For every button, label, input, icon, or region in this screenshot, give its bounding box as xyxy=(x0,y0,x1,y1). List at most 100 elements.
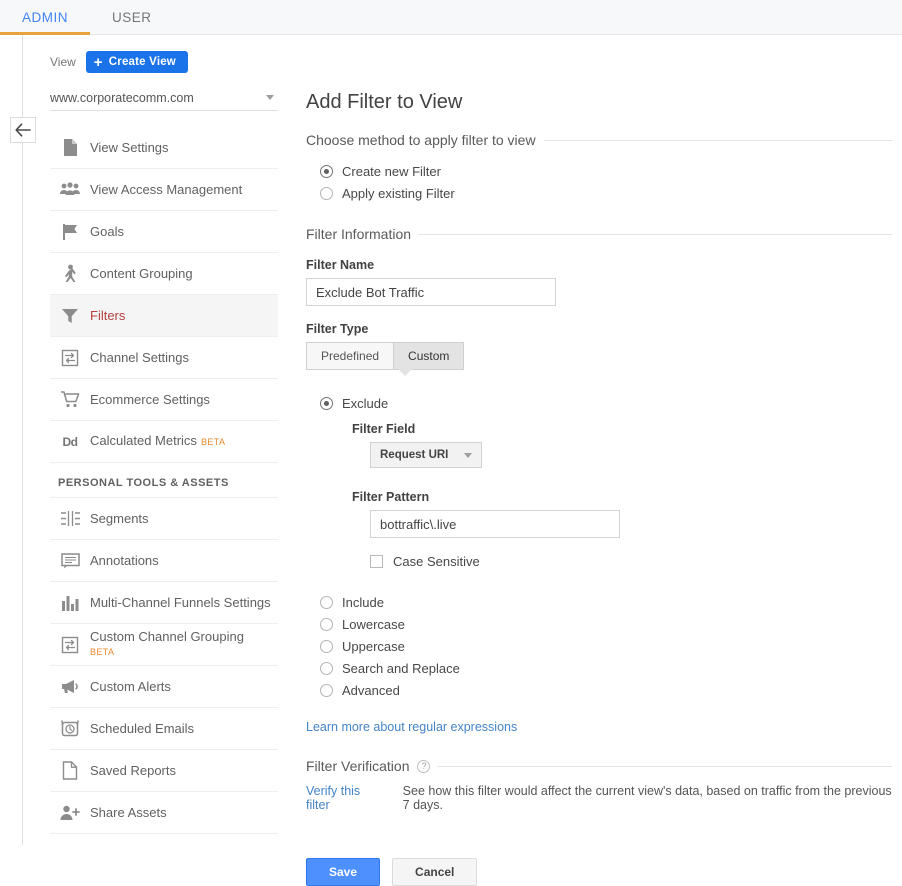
view-label: View xyxy=(50,55,76,69)
checkbox-indicator xyxy=(370,555,383,568)
radio-lowercase[interactable]: Lowercase xyxy=(320,613,892,635)
sidebar-item-view-settings[interactable]: View Settings xyxy=(50,127,278,169)
sidebar-item-custom-channel-grouping[interactable]: Custom Channel Grouping BETA xyxy=(50,624,278,666)
segments-icon xyxy=(50,511,90,526)
person-add-icon xyxy=(50,805,90,821)
tab-label: Custom xyxy=(408,349,450,363)
tab-admin[interactable]: ADMIN xyxy=(0,0,90,35)
sidebar-item-label: Filters xyxy=(90,308,126,323)
tab-user[interactable]: USER xyxy=(90,0,174,34)
sidebar-item-calculated-metrics[interactable]: Dd Calculated Metrics BETA xyxy=(50,421,278,463)
comment-icon xyxy=(50,552,90,569)
alarm-clock-icon xyxy=(50,719,90,738)
plus-icon: + xyxy=(93,53,103,71)
filter-field-value: Request URI xyxy=(380,449,449,461)
radio-indicator xyxy=(320,396,333,410)
view-header: View + Create View xyxy=(50,49,278,75)
radio-include[interactable]: Include xyxy=(320,591,892,613)
filter-type-tab-custom[interactable]: Custom xyxy=(394,342,465,370)
beta-badge: BETA xyxy=(90,647,115,657)
section-divider xyxy=(419,233,892,235)
radio-indicator xyxy=(320,186,333,200)
sidebar-rail xyxy=(22,35,23,845)
sidebar-item-channel-settings[interactable]: Channel Settings xyxy=(50,337,278,379)
radio-exclude[interactable]: Exclude xyxy=(320,392,892,414)
filter-type-tab-predefined[interactable]: Predefined xyxy=(306,342,395,370)
cart-icon xyxy=(50,391,90,408)
radio-uppercase[interactable]: Uppercase xyxy=(320,635,892,657)
radio-label: Include xyxy=(342,594,384,610)
filter-name-input[interactable] xyxy=(306,278,556,306)
radio-label: Advanced xyxy=(342,682,400,698)
sidebar-item-saved-reports[interactable]: Saved Reports xyxy=(50,750,278,792)
radio-label: Lowercase xyxy=(342,616,405,632)
radio-indicator xyxy=(320,683,333,697)
megaphone-icon xyxy=(50,679,90,694)
verify-this-filter-link[interactable]: Verify this filter xyxy=(306,784,381,812)
main-content: Add Filter to View Choose method to appl… xyxy=(278,35,902,886)
sidebar-item-label: Saved Reports xyxy=(90,763,176,778)
dd-icon: Dd xyxy=(62,434,79,449)
radio-label: Apply existing Filter xyxy=(342,185,455,201)
sidebar-item-content-grouping[interactable]: Content Grouping xyxy=(50,253,278,295)
action-buttons: Save Cancel xyxy=(306,858,892,886)
sidebar-item-ecommerce-settings[interactable]: Ecommerce Settings xyxy=(50,379,278,421)
sidebar: View + Create View www.corporatecomm.com… xyxy=(50,35,278,845)
chevron-down-icon xyxy=(464,452,473,458)
sidebar-item-scheduled-emails[interactable]: Scheduled Emails xyxy=(50,708,278,750)
radio-indicator xyxy=(320,661,333,675)
verification-note: See how this filter would affect the cur… xyxy=(402,784,892,812)
tab-pointer-icon xyxy=(398,369,412,376)
radio-create-new-filter[interactable]: Create new Filter xyxy=(320,160,892,182)
sidebar-nav: View Settings View Access Management Goa… xyxy=(50,127,278,834)
sidebar-item-label: Segments xyxy=(90,511,149,526)
case-sensitive-checkbox[interactable]: Case Sensitive xyxy=(370,554,892,569)
filter-name-label: Filter Name xyxy=(306,258,375,272)
sidebar-item-label: View Access Management xyxy=(90,182,243,197)
sidebar-item-annotations[interactable]: Annotations xyxy=(50,540,278,582)
section-divider xyxy=(438,765,892,767)
channel-icon xyxy=(50,349,90,367)
sidebar-item-label: Share Assets xyxy=(90,805,167,820)
sidebar-item-goals[interactable]: Goals xyxy=(50,211,278,253)
sidebar-item-multi-channel-funnels-settings[interactable]: Multi-Channel Funnels Settings xyxy=(50,582,278,624)
create-view-button[interactable]: + Create View xyxy=(85,51,188,73)
sidebar-item-view-access-management[interactable]: View Access Management xyxy=(50,169,278,211)
method-section-header: Choose method to apply filter to view xyxy=(306,132,892,148)
filter-field-dropdown[interactable]: Request URI xyxy=(370,442,483,468)
sidebar-item-share-assets[interactable]: Share Assets xyxy=(50,792,278,834)
view-selector[interactable]: www.corporatecomm.com xyxy=(50,85,278,111)
bar-chart-icon xyxy=(50,595,90,611)
tab-label: Predefined xyxy=(321,349,380,363)
page-title: Add Filter to View xyxy=(306,91,463,113)
radio-advanced[interactable]: Advanced xyxy=(320,679,892,701)
view-selector-value: www.corporatecomm.com xyxy=(50,90,194,105)
method-section-title: Choose method to apply filter to view xyxy=(306,132,536,148)
filter-pattern-input[interactable] xyxy=(370,510,620,538)
top-tab-bar: ADMIN USER xyxy=(0,0,902,35)
sidebar-section-title: PERSONAL TOOLS & ASSETS xyxy=(50,463,278,498)
radio-search-and-replace[interactable]: Search and Replace xyxy=(320,657,892,679)
cancel-button[interactable]: Cancel xyxy=(392,858,478,886)
flag-icon xyxy=(50,223,90,241)
radio-label: Create new Filter xyxy=(342,163,441,179)
tab-admin-label: ADMIN xyxy=(22,9,68,25)
sidebar-item-label: Scheduled Emails xyxy=(90,721,195,736)
sidebar-item-custom-alerts[interactable]: Custom Alerts xyxy=(50,666,278,708)
sidebar-item-label: Multi-Channel Funnels Settings xyxy=(90,595,271,610)
tab-user-label: USER xyxy=(112,9,152,25)
sidebar-item-label: Content Grouping xyxy=(90,266,193,281)
sidebar-item-label: Calculated Metrics xyxy=(90,433,197,448)
sidebar-item-filters[interactable]: Filters xyxy=(50,295,278,337)
chevron-down-icon xyxy=(266,95,274,100)
radio-apply-existing-filter[interactable]: Apply existing Filter xyxy=(320,182,892,204)
document-icon xyxy=(50,138,90,157)
regex-help-link[interactable]: Learn more about regular expressions xyxy=(306,720,517,734)
help-icon[interactable]: ? xyxy=(417,759,431,773)
people-icon xyxy=(50,182,90,197)
verification-section-title: Filter Verification xyxy=(306,758,410,774)
funnel-icon xyxy=(50,307,90,325)
sidebar-item-segments[interactable]: Segments xyxy=(50,498,278,540)
back-button[interactable] xyxy=(10,117,36,143)
save-button[interactable]: Save xyxy=(306,858,381,886)
